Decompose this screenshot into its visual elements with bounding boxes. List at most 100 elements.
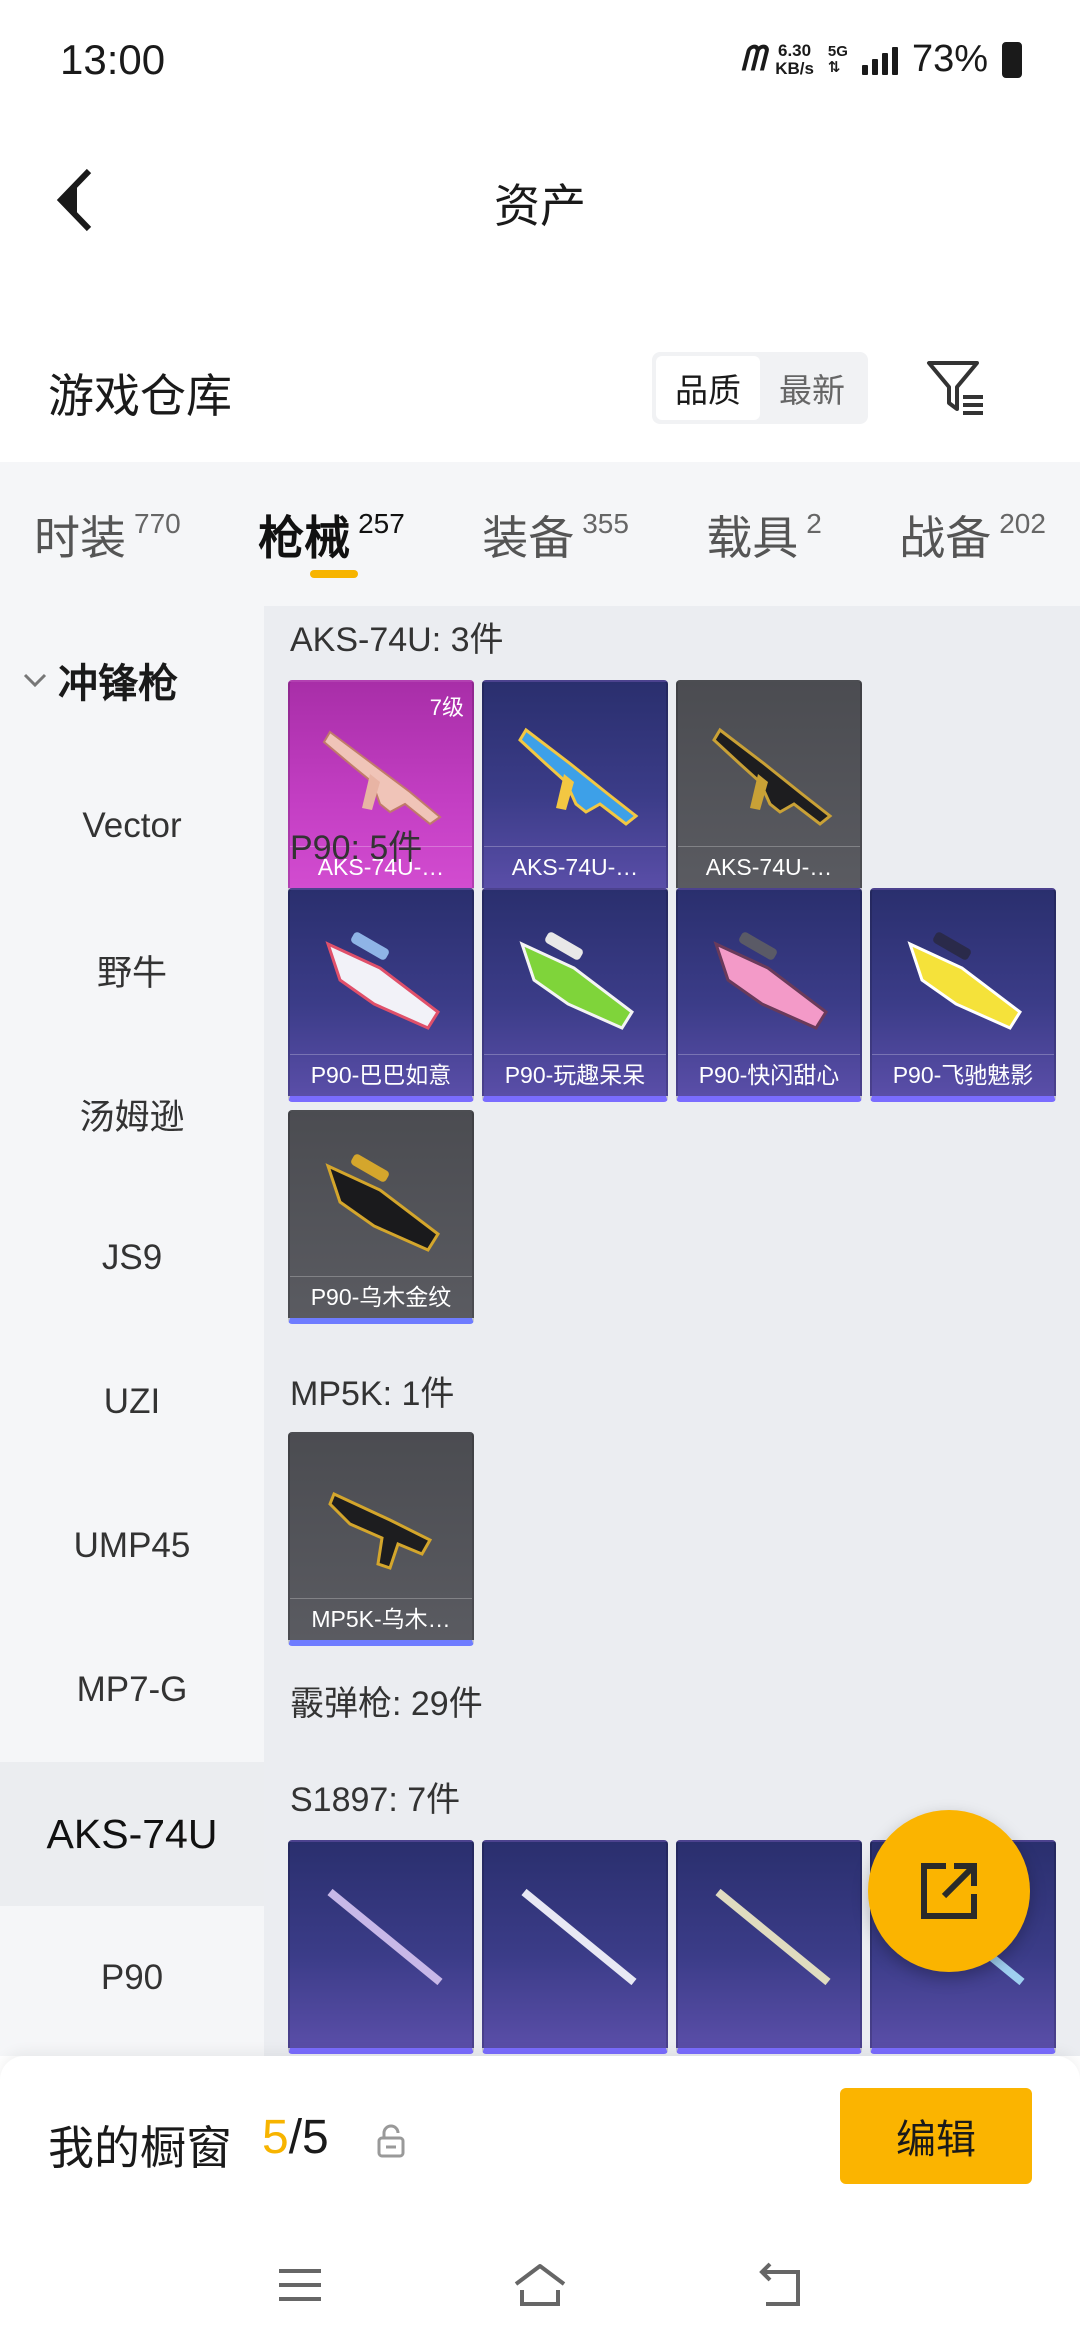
network-type: 5G ⇅ xyxy=(827,42,848,76)
share-button[interactable] xyxy=(868,1810,1030,1972)
card-name: P90-巴巴如意 xyxy=(290,1054,472,1094)
sidebar-item-aks74u[interactable]: AKS-74U xyxy=(0,1762,264,1906)
showcase-count: 5/5 xyxy=(262,2110,329,2165)
network-speed-unit: KB/s xyxy=(775,58,814,78)
sidebar-item-p90[interactable]: P90 xyxy=(0,1906,264,2050)
group-title-shotgun: 霰弹枪: 29件 xyxy=(290,1685,483,1723)
smg-icon xyxy=(325,1154,440,1252)
back-icon xyxy=(759,2262,800,2306)
weapon-card[interactable] xyxy=(288,1840,474,2054)
group-title-mp5k: MP5K: 1件 xyxy=(290,1375,455,1413)
card-name: P90-快闪甜心 xyxy=(678,1054,860,1094)
tab-count: 355 xyxy=(582,508,629,539)
battery-icon xyxy=(1002,41,1022,78)
nav-menu-button[interactable] xyxy=(260,2245,340,2325)
weapon-card[interactable]: P90-玩趣呆呆 xyxy=(482,888,668,1102)
filter-icon xyxy=(927,361,983,415)
warehouse-title: 游戏仓库 xyxy=(48,370,232,422)
shotgun-icon xyxy=(521,1888,637,1986)
card-name: AKS-74U-… xyxy=(484,846,666,886)
sidebar-category-label: 冲锋枪 xyxy=(58,662,178,706)
status-time: 13:00 xyxy=(60,36,166,83)
weapon-card[interactable]: AKS-74U-… xyxy=(482,680,668,894)
nav-home-button[interactable] xyxy=(500,2245,580,2325)
smg-icon xyxy=(328,1491,433,1570)
weapon-card[interactable]: P90-快闪甜心 xyxy=(676,888,862,1102)
weapon-card[interactable]: P90-乌木金纹 xyxy=(288,1110,474,1324)
smg-icon xyxy=(325,932,440,1030)
tab-count: 2 xyxy=(806,508,822,539)
showcase-panel: 我的橱窗 5/5 编辑 xyxy=(0,2056,1080,2226)
smg-icon xyxy=(519,932,634,1030)
card-name: P90-飞驰魅影 xyxy=(872,1054,1054,1094)
menu-icon xyxy=(279,2269,321,2301)
tab-count: 770 xyxy=(134,508,181,539)
network-brand-icon: ᗰ xyxy=(740,40,765,78)
status-indicators: ᗰ 6.30 KB/s 5G ⇅ 73% xyxy=(741,38,1022,81)
group-title-aks74u: AKS-74U: 3件 xyxy=(290,621,504,659)
data-arrows-icon: ⇅ xyxy=(827,58,841,76)
tab-equipment[interactable]: 装备 355 xyxy=(482,462,629,606)
sort-toggle: 品质 最新 xyxy=(652,352,868,424)
edit-button[interactable]: 编辑 xyxy=(840,2088,1032,2184)
active-tab-indicator xyxy=(310,570,359,578)
card-level: 7级 xyxy=(429,695,464,720)
tab-label: 装备 xyxy=(482,512,575,564)
category-tabs: 时装 770 枪械 257 装备 355 载具 2 战备 202 xyxy=(0,462,1080,606)
weapon-sidebar: 冲锋枪 Vector 野牛 汤姆逊 JS9 UZI UMP45 MP7-G AK… xyxy=(0,606,264,2056)
app-header: 资产 xyxy=(0,140,1080,260)
shotgun-icon xyxy=(327,1888,443,1986)
network-type-label: 5G xyxy=(827,42,848,60)
smg-icon xyxy=(907,932,1022,1030)
rifle-icon xyxy=(322,730,442,826)
network-speed-value: 6.30 xyxy=(778,40,812,60)
sidebar-item-js9[interactable]: JS9 xyxy=(0,1186,264,1330)
status-bar: 13:00 ᗰ 6.30 KB/s 5G ⇅ 73% xyxy=(0,0,1080,120)
lock-icon xyxy=(377,2124,405,2158)
tab-vehicles[interactable]: 载具 2 xyxy=(706,462,822,606)
smg-icon xyxy=(713,932,828,1030)
sidebar-item-mp7g[interactable]: MP7-G xyxy=(0,1618,264,1762)
nav-back-button[interactable] xyxy=(740,2245,820,2325)
weapon-card[interactable]: AKS-74U-… xyxy=(676,680,862,894)
showcase-separator: / xyxy=(288,2111,303,2164)
weapon-card[interactable] xyxy=(676,1840,862,2054)
weapon-card[interactable]: P90-飞驰魅影 xyxy=(870,888,1056,1102)
sidebar-item-uzi[interactable]: UZI xyxy=(0,1330,264,1474)
tab-supplies[interactable]: 战备 202 xyxy=(899,462,1046,606)
signal-icon xyxy=(861,45,898,75)
tab-label: 时装 xyxy=(34,512,126,564)
sidebar-item-ump45[interactable]: UMP45 xyxy=(0,1474,264,1618)
tab-count: 202 xyxy=(999,508,1046,539)
filter-button[interactable] xyxy=(920,352,990,422)
weapon-card[interactable]: P90-巴巴如意 xyxy=(288,888,474,1102)
rifle-icon xyxy=(518,727,639,826)
shotgun-icon xyxy=(715,1888,831,1986)
card-name: AKS-74U-… xyxy=(678,846,860,886)
network-speed: 6.30 KB/s xyxy=(775,40,814,78)
sort-newest-button[interactable]: 最新 xyxy=(760,356,864,420)
sidebar-item-thompson[interactable]: 汤姆逊 xyxy=(0,1042,264,1186)
tab-label: 载具 xyxy=(706,512,799,564)
card-name: P90-玩趣呆呆 xyxy=(484,1054,666,1094)
tab-label: 战备 xyxy=(899,512,992,564)
sort-quality-button[interactable]: 品质 xyxy=(656,356,760,420)
group-title-p90: P90: 5件 xyxy=(290,829,423,867)
system-nav-bar xyxy=(0,2226,1080,2344)
card-name: MP5K-乌木… xyxy=(290,1598,472,1638)
battery-percent: 73% xyxy=(911,38,988,80)
weapon-card[interactable]: MP5K-乌木… xyxy=(288,1432,474,1646)
rifle-icon xyxy=(712,727,833,826)
sidebar-category-smg[interactable]: 冲锋枪 xyxy=(0,606,264,754)
group-title-s1897: S1897: 7件 xyxy=(290,1781,461,1819)
showcase-total: 5 xyxy=(302,2111,329,2164)
showcase-current: 5 xyxy=(262,2111,289,2164)
chevron-down-icon xyxy=(23,673,47,688)
tab-fashion[interactable]: 时装 770 xyxy=(34,462,181,606)
sidebar-item-vector[interactable]: Vector xyxy=(0,754,264,898)
weapon-card[interactable] xyxy=(482,1840,668,2054)
tab-weapons[interactable]: 枪械 257 xyxy=(258,462,405,606)
showcase-label: 我的橱窗 xyxy=(48,2122,232,2174)
home-icon xyxy=(514,2264,566,2306)
sidebar-item-bizon[interactable]: 野牛 xyxy=(0,898,264,1042)
